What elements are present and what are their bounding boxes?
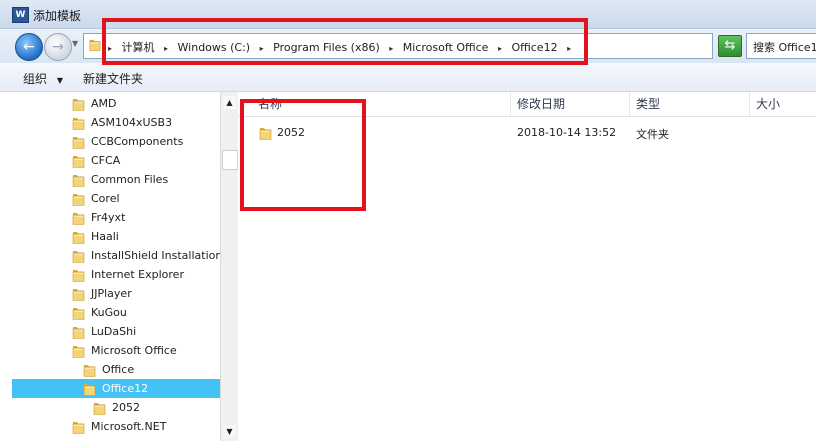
tree-item-label: KuGou: [91, 306, 127, 319]
tree-item-label: Microsoft.NET: [91, 420, 167, 433]
tree-item-label: Common Files: [91, 173, 169, 186]
folder-icon: [72, 287, 85, 301]
folder-icon: [72, 306, 85, 320]
back-button[interactable]: ←: [15, 33, 43, 61]
tree-item-label: Office: [102, 363, 135, 376]
folder-icon: [88, 38, 102, 51]
folder-icon: [72, 249, 85, 263]
organize-label: 组织: [23, 72, 48, 86]
tree-item-label: JJPlayer: [91, 287, 132, 300]
folder-icon: [83, 382, 96, 396]
folder-tree: AMD ASM104xUSB3 CCBComponents CFCA Commo…: [12, 92, 220, 441]
recent-pages-dropdown-icon[interactable]: ▼: [72, 39, 78, 48]
tree-item-label: Internet Explorer: [91, 268, 184, 281]
folder-icon: [72, 211, 85, 225]
tree-item-ccbcomponents[interactable]: CCBComponents: [72, 132, 183, 151]
tree-item-installshield[interactable]: InstallShield Installation I: [72, 246, 220, 265]
tree-item-label: Microsoft Office: [91, 344, 177, 357]
search-placeholder: 搜索 Office12: [753, 41, 816, 54]
folder-icon: [72, 192, 85, 206]
tree-item-microsoft-net[interactable]: Microsoft.NET: [72, 417, 166, 436]
folder-icon: [72, 420, 85, 434]
tree-item-internet-explorer[interactable]: Internet Explorer: [72, 265, 184, 284]
folder-icon: [72, 116, 85, 130]
tree-item-microsoft-office[interactable]: Microsoft Office: [72, 341, 177, 360]
folder-icon: [72, 154, 85, 168]
tree-item-label: CCBComponents: [91, 135, 184, 148]
refresh-button[interactable]: ⇆: [718, 35, 742, 57]
new-folder-button[interactable]: 新建文件夹: [83, 70, 143, 87]
organize-menu[interactable]: 组织 ▼: [23, 70, 63, 87]
tree-item-label: InstallShield Installation I: [91, 249, 220, 262]
tree-item-ludashi[interactable]: LuDaShi: [72, 322, 136, 341]
column-header-type[interactable]: 类型: [630, 92, 750, 116]
folder-icon: [72, 325, 85, 339]
file-type: 文件夹: [636, 128, 669, 141]
tree-item-2052[interactable]: 2052: [93, 398, 140, 417]
tree-scrollbar[interactable]: ▲ ▼: [220, 92, 238, 441]
search-input[interactable]: 搜索 Office12: [746, 33, 816, 59]
tree-item-label: Corel: [91, 192, 120, 205]
chevron-down-icon: ▼: [56, 76, 63, 85]
tree-item-label: LuDaShi: [91, 325, 137, 338]
tree-item-corel[interactable]: Corel: [72, 189, 120, 208]
scroll-up-icon[interactable]: ▲: [223, 96, 236, 109]
tree-item-amd[interactable]: AMD: [72, 94, 117, 113]
column-header-size[interactable]: 大小: [750, 92, 816, 116]
folder-icon: [72, 230, 85, 244]
window-title: 添加模板: [33, 9, 82, 23]
tree-item-label: 2052: [112, 401, 140, 414]
tree-item-label: Office12: [102, 382, 149, 395]
folder-icon: [72, 173, 85, 187]
folder-icon: [72, 97, 85, 111]
folder-icon: [83, 363, 96, 377]
folder-icon: [72, 344, 85, 358]
forward-button[interactable]: →: [44, 33, 72, 61]
file-modified: 2018-10-14 13:52: [517, 126, 617, 139]
annotation-box-address: [102, 18, 588, 65]
folder-icon: [93, 401, 106, 415]
tree-item-asm104xusb3[interactable]: ASM104xUSB3: [72, 113, 172, 132]
tree-item-cfca[interactable]: CFCA: [72, 151, 120, 170]
tree-item-jjplayer[interactable]: JJPlayer: [72, 284, 132, 303]
annotation-box-folder: [240, 99, 366, 211]
tree-item-office12[interactable]: Office12: [12, 379, 220, 398]
tree-item-fr4yxt[interactable]: Fr4yxt: [72, 208, 125, 227]
folder-icon: [72, 268, 85, 282]
tree-item-label: AMD: [91, 97, 117, 110]
tree-item-office[interactable]: Office: [83, 360, 134, 379]
tree-item-haali[interactable]: Haali: [72, 227, 119, 246]
tree-item-kugou[interactable]: KuGou: [72, 303, 127, 322]
command-toolbar: 组织 ▼ 新建文件夹: [0, 63, 816, 92]
tree-item-label: CFCA: [91, 154, 121, 167]
tree-item-common-files[interactable]: Common Files: [72, 170, 168, 189]
tree-item-label: Fr4yxt: [91, 211, 126, 224]
tree-item-label: ASM104xUSB3: [91, 116, 173, 129]
tree-item-label: Haali: [91, 230, 119, 243]
scroll-down-icon[interactable]: ▼: [223, 425, 236, 438]
scroll-thumb[interactable]: [222, 150, 238, 170]
column-header-modified[interactable]: 修改日期: [511, 92, 630, 116]
folder-icon: [72, 135, 85, 149]
word-app-icon: W: [12, 7, 29, 23]
